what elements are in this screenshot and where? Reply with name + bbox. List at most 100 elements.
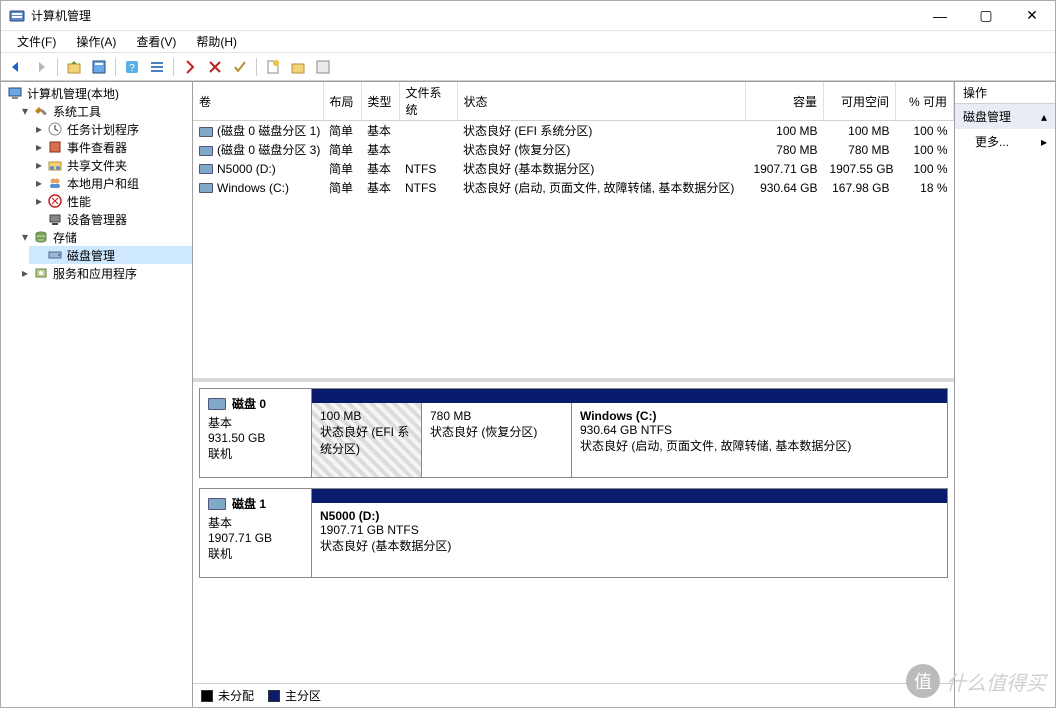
partition[interactable]: Windows (C:)930.64 GB NTFS状态良好 (启动, 页面文件… xyxy=(572,403,947,477)
legend: 未分配 主分区 xyxy=(193,683,954,707)
partition-size: 100 MB xyxy=(320,409,413,423)
col-pct-free[interactable]: % 可用 xyxy=(896,82,954,121)
app-icon xyxy=(9,8,25,24)
menu-help[interactable]: 帮助(H) xyxy=(186,31,247,52)
toolbar-separator xyxy=(115,58,116,76)
settings-icon[interactable] xyxy=(287,56,309,78)
device-icon xyxy=(47,211,63,227)
tree-event-viewer[interactable]: ▸ 事件查看器 xyxy=(29,138,192,156)
tree-device-manager[interactable]: 设备管理器 xyxy=(29,210,192,228)
tree-services-apps[interactable]: ▸ 服务和应用程序 xyxy=(15,264,192,282)
tree-root[interactable]: 计算机管理(本地) xyxy=(1,84,192,102)
tree-task-scheduler[interactable]: ▸ 任务计划程序 xyxy=(29,120,192,138)
legend-primary: 主分区 xyxy=(268,687,321,704)
disk-row[interactable]: 磁盘 0基本931.50 GB联机100 MB状态良好 (EFI 系统分区)78… xyxy=(199,388,948,478)
window-title: 计算机管理 xyxy=(31,7,917,24)
col-volume[interactable]: 卷 xyxy=(193,82,323,121)
computer-icon xyxy=(7,85,23,101)
menu-view[interactable]: 查看(V) xyxy=(126,31,186,52)
disk-icon xyxy=(208,398,226,410)
drive-icon xyxy=(199,183,213,193)
action-more[interactable]: 更多... ▸ xyxy=(955,129,1055,154)
check-icon[interactable] xyxy=(229,56,251,78)
col-layout[interactable]: 布局 xyxy=(323,82,361,121)
svg-text:?: ? xyxy=(129,63,135,74)
delete-icon[interactable] xyxy=(204,56,226,78)
col-free[interactable]: 可用空间 xyxy=(824,82,896,121)
folder-share-icon xyxy=(47,157,63,173)
menu-file[interactable]: 文件(F) xyxy=(7,31,66,52)
partition-title: N5000 (D:) xyxy=(320,509,939,523)
up-button[interactable] xyxy=(63,56,85,78)
drive-icon xyxy=(199,164,213,174)
volume-row[interactable]: (磁盘 0 磁盘分区 1)简单基本状态良好 (EFI 系统分区)100 MB10… xyxy=(193,121,954,141)
new-icon[interactable] xyxy=(262,56,284,78)
collapse-icon[interactable]: ▾ xyxy=(19,105,31,117)
disk-size: 931.50 GB xyxy=(208,431,303,445)
users-icon xyxy=(47,175,63,191)
partition[interactable]: 100 MB状态良好 (EFI 系统分区) xyxy=(312,403,422,477)
event-icon xyxy=(47,139,63,155)
minimize-button[interactable]: — xyxy=(917,1,963,31)
partition-size: 930.64 GB NTFS xyxy=(580,423,939,437)
col-filesystem[interactable]: 文件系统 xyxy=(399,82,457,121)
volume-table: 卷 布局 类型 文件系统 状态 容量 可用空间 % 可用 (磁盘 0 磁盘分区 … xyxy=(193,82,954,197)
tree-system-tools[interactable]: ▾ 系统工具 xyxy=(15,102,192,120)
expand-icon[interactable]: ▸ xyxy=(33,159,45,171)
partition-size: 1907.71 GB NTFS xyxy=(320,523,939,537)
expand-icon[interactable]: ▸ xyxy=(33,195,45,207)
close-button[interactable]: ✕ xyxy=(1009,1,1055,31)
refresh-icon[interactable] xyxy=(179,56,201,78)
tree-pane[interactable]: 计算机管理(本地) ▾ 系统工具 ▸ 任务计划程序 ▸ xyxy=(1,82,193,707)
partition-stripe xyxy=(312,389,947,403)
expand-icon[interactable]: ▸ xyxy=(33,141,45,153)
action-group-disk-management[interactable]: 磁盘管理 ▴ xyxy=(955,104,1055,129)
export-icon[interactable] xyxy=(312,56,334,78)
center-pane: 卷 布局 类型 文件系统 状态 容量 可用空间 % 可用 (磁盘 0 磁盘分区 … xyxy=(193,82,955,707)
tree-shared-folders[interactable]: ▸ 共享文件夹 xyxy=(29,156,192,174)
expand-icon[interactable]: ▸ xyxy=(33,177,45,189)
legend-unallocated: 未分配 xyxy=(201,687,254,704)
tree-local-users[interactable]: ▸ 本地用户和组 xyxy=(29,174,192,192)
expand-icon[interactable]: ▸ xyxy=(33,123,45,135)
col-capacity[interactable]: 容量 xyxy=(746,82,824,121)
disk-row[interactable]: 磁盘 1基本1907.71 GB联机N5000 (D:)1907.71 GB N… xyxy=(199,488,948,578)
list-view-icon[interactable] xyxy=(146,56,168,78)
volume-row[interactable]: N5000 (D:)简单基本NTFS状态良好 (基本数据分区)1907.71 G… xyxy=(193,159,954,178)
volume-list[interactable]: 卷 布局 类型 文件系统 状态 容量 可用空间 % 可用 (磁盘 0 磁盘分区 … xyxy=(193,82,954,382)
swatch-unallocated xyxy=(201,690,213,702)
col-status[interactable]: 状态 xyxy=(457,82,746,121)
menu-action[interactable]: 操作(A) xyxy=(66,31,126,52)
help-icon[interactable]: ? xyxy=(121,56,143,78)
tree-performance[interactable]: ▸ 性能 xyxy=(29,192,192,210)
partition-title: Windows (C:) xyxy=(580,409,939,423)
disk-info: 磁盘 0基本931.50 GB联机 xyxy=(200,389,312,477)
forward-button[interactable] xyxy=(30,56,52,78)
performance-icon xyxy=(47,193,63,209)
disk-size: 1907.71 GB xyxy=(208,531,303,545)
tree-storage[interactable]: ▾ 存储 xyxy=(15,228,192,246)
disk-status: 联机 xyxy=(208,545,303,562)
toolbar: ? xyxy=(1,53,1055,81)
chevron-up-icon: ▴ xyxy=(1041,110,1047,124)
collapse-icon[interactable]: ▾ xyxy=(19,231,31,243)
disk-icon xyxy=(208,498,226,510)
main-area: 计算机管理(本地) ▾ 系统工具 ▸ 任务计划程序 ▸ xyxy=(1,81,1055,707)
partition-status: 状态良好 (EFI 系统分区) xyxy=(320,423,413,457)
partition[interactable]: 780 MB状态良好 (恢复分区) xyxy=(422,403,572,477)
volume-row[interactable]: Windows (C:)简单基本NTFS状态良好 (启动, 页面文件, 故障转储… xyxy=(193,178,954,197)
tree-disk-management[interactable]: 磁盘管理 xyxy=(29,246,192,264)
volume-row[interactable]: (磁盘 0 磁盘分区 3)简单基本状态良好 (恢复分区)780 MB780 MB… xyxy=(193,140,954,159)
expand-icon[interactable]: ▸ xyxy=(19,267,31,279)
properties-icon[interactable] xyxy=(88,56,110,78)
toolbar-separator xyxy=(173,58,174,76)
disk-map[interactable]: 磁盘 0基本931.50 GB联机100 MB状态良好 (EFI 系统分区)78… xyxy=(193,382,954,683)
drive-icon xyxy=(199,127,213,137)
maximize-button[interactable]: ▢ xyxy=(963,1,1009,31)
partition-size: 780 MB xyxy=(430,409,563,423)
partition-status: 状态良好 (基本数据分区) xyxy=(320,537,939,554)
partition-status: 状态良好 (启动, 页面文件, 故障转储, 基本数据分区) xyxy=(580,437,939,454)
col-type[interactable]: 类型 xyxy=(361,82,399,121)
partition[interactable]: N5000 (D:)1907.71 GB NTFS状态良好 (基本数据分区) xyxy=(312,503,947,577)
back-button[interactable] xyxy=(5,56,27,78)
